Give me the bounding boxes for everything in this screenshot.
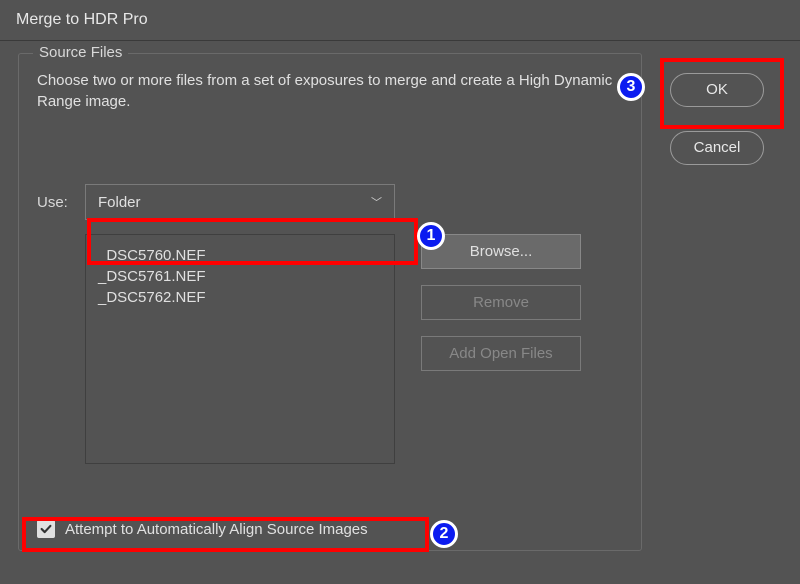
use-label: Use:: [37, 194, 85, 211]
chevron-down-icon: ﹀: [371, 194, 382, 210]
left-panel: Source Files Choose two or more files fr…: [18, 53, 642, 551]
ok-button[interactable]: OK: [670, 73, 764, 107]
description-text: Choose two or more files from a set of e…: [37, 70, 623, 112]
annotation-marker-2: 2: [430, 520, 458, 548]
list-item[interactable]: _DSC5761.NEF: [98, 266, 382, 287]
list-item[interactable]: _DSC5762.NEF: [98, 287, 382, 308]
content-area: Source Files Choose two or more files fr…: [0, 41, 800, 563]
remove-button[interactable]: Remove: [421, 285, 581, 320]
list-item[interactable]: _DSC5760.NEF: [98, 245, 382, 266]
use-row: Use: Folder ﹀: [37, 184, 623, 220]
annotation-marker-1: 1: [417, 222, 445, 250]
annotation-marker-3: 3: [617, 73, 645, 101]
fieldset-legend: Source Files: [33, 44, 128, 61]
file-list[interactable]: _DSC5760.NEF _DSC5761.NEF _DSC5762.NEF: [85, 234, 395, 464]
browse-button[interactable]: Browse...: [421, 234, 581, 269]
align-checkbox[interactable]: [37, 520, 55, 538]
file-area: _DSC5760.NEF _DSC5761.NEF _DSC5762.NEF B…: [85, 234, 623, 464]
cancel-button[interactable]: Cancel: [670, 131, 764, 165]
align-checkbox-row: Attempt to Automatically Align Source Im…: [37, 520, 368, 538]
dropdown-value-text: Folder: [98, 194, 141, 211]
right-panel: OK Cancel: [642, 53, 782, 551]
use-dropdown[interactable]: Folder ﹀: [85, 184, 395, 220]
add-open-files-button[interactable]: Add Open Files: [421, 336, 581, 371]
align-checkbox-label: Attempt to Automatically Align Source Im…: [65, 521, 368, 538]
file-buttons-col: Browse... Remove Add Open Files: [421, 234, 581, 464]
dialog-title: Merge to HDR Pro: [0, 0, 800, 40]
check-icon: [39, 522, 53, 536]
source-files-fieldset: Source Files Choose two or more files fr…: [18, 53, 642, 551]
